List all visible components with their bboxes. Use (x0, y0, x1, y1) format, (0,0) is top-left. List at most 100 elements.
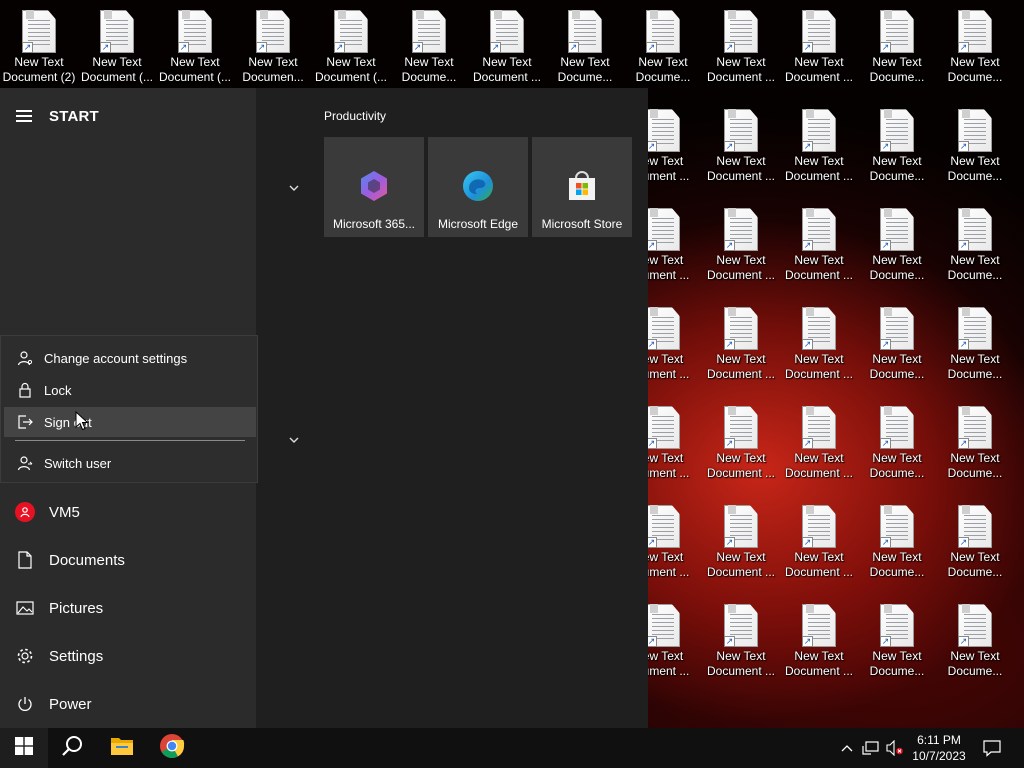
pictures-item[interactable]: Pictures (0, 586, 256, 630)
desktop-icon[interactable]: ↗ New Text Docume... (936, 396, 1014, 486)
desktop-icon[interactable]: ↗ New Text Docume... (858, 198, 936, 288)
desktop-icon[interactable]: ↗ New Text Document ... (702, 99, 780, 189)
desktop-icon[interactable]: ↗ New Text Document ... (468, 0, 546, 90)
chevron-down-icon[interactable] (287, 180, 301, 191)
mouse-cursor-icon (75, 410, 89, 431)
desktop-icon[interactable]: ↗ New Text Document (... (156, 0, 234, 90)
label-line: New Text (794, 55, 844, 69)
desktop-icon[interactable]: ↗ New Text Docume... (936, 0, 1014, 90)
desktop-icon-label: New Text Docume... (858, 154, 936, 184)
desktop-icon[interactable]: ↗ New Text Docume... (390, 0, 468, 90)
shortcut-arrow-icon: ↗ (880, 141, 891, 152)
desktop-icon[interactable]: ↗ New Text Document ... (780, 495, 858, 585)
notifications-icon[interactable] (982, 738, 1002, 758)
desktop-icon-label: New Text Docume... (858, 550, 936, 580)
desktop-icon[interactable]: ↗ New Text Docume... (858, 495, 936, 585)
desktop-icon[interactable]: ↗ New Text Document ... (702, 594, 780, 684)
start-rail: START Change account settings Lock Sign … (0, 88, 258, 728)
desktop-icon[interactable]: ↗ New Text Document ... (702, 198, 780, 288)
desktop-icon[interactable]: ↗ New Text Document ... (780, 297, 858, 387)
desktop-icon[interactable]: ↗ New Text Docume... (858, 396, 936, 486)
label-line: Document ... (706, 466, 776, 480)
label-line: Docume... (869, 70, 925, 84)
desktop-icon[interactable]: ↗ New Text Docume... (624, 0, 702, 90)
lock-item[interactable]: Lock (4, 375, 256, 405)
sign-out-item[interactable]: Sign out (4, 407, 256, 437)
desktop-icon-label: New Text Docume... (936, 550, 1014, 580)
desktop-icon[interactable]: ↗ New Text Docume... (936, 495, 1014, 585)
desktop-icon[interactable]: ↗ New Text Docume... (858, 297, 936, 387)
popup-divider (15, 440, 245, 441)
search-button[interactable] (48, 728, 96, 768)
desktop-icon-label: New Text Document ... (780, 550, 858, 580)
user-account-item[interactable]: VM5 (0, 490, 256, 534)
label-line: New Text (794, 550, 844, 564)
desktop-icon[interactable]: ↗ New Text Document ... (702, 396, 780, 486)
desktop-icon[interactable]: ↗ New Text Docume... (936, 297, 1014, 387)
desktop-icon-label: New Text Document ... (780, 55, 858, 85)
desktop-icon[interactable]: ↗ New Text Document ... (780, 396, 858, 486)
desktop-icon-label: New Text Docume... (624, 55, 702, 85)
shortcut-arrow-icon: ↗ (802, 339, 813, 350)
page-fold (806, 406, 814, 415)
label-line: Document ... (784, 565, 854, 579)
desktop-icon[interactable]: ↗ New Text Document ... (780, 0, 858, 90)
desktop-icon-label: New Text Documen... (234, 55, 312, 85)
label-line: Document (... (158, 70, 232, 84)
desktop-icon[interactable]: ↗ New Text Document (... (312, 0, 390, 90)
label-line: New Text (716, 55, 766, 69)
shortcut-arrow-icon: ↗ (958, 636, 969, 647)
shortcut-arrow-icon: ↗ (958, 537, 969, 548)
desktop-icon[interactable]: ↗ New Text Docume... (858, 0, 936, 90)
tile-microsoft-store[interactable]: Microsoft Store (532, 137, 632, 237)
shortcut-arrow-icon: ↗ (802, 636, 813, 647)
label-line: Document ... (706, 664, 776, 678)
desktop-icon[interactable]: ↗ New Text Docume... (936, 198, 1014, 288)
label-line: Docume... (869, 466, 925, 480)
desktop-icon[interactable]: ↗ New Text Document ... (780, 198, 858, 288)
desktop-icon[interactable]: ↗ New Text Docume... (858, 99, 936, 189)
page-fold (806, 208, 814, 217)
show-hidden-icons-button[interactable] (837, 738, 857, 758)
volume-muted-icon[interactable] (885, 738, 905, 758)
tile-microsoft-365[interactable]: Microsoft 365... (324, 137, 424, 237)
page-fold (806, 109, 814, 118)
chevron-down-icon[interactable] (287, 432, 301, 443)
desktop-icon-label: New Text Document ... (702, 55, 780, 85)
desktop-icon[interactable]: ↗ New Text Document ... (702, 495, 780, 585)
desktop-icon[interactable]: ↗ New Text Document ... (702, 297, 780, 387)
desktop-icon[interactable]: ↗ New Text Document (... (78, 0, 156, 90)
change-account-settings-item[interactable]: Change account settings (4, 343, 256, 373)
label-line: Documen... (242, 70, 304, 84)
picture-icon (15, 598, 35, 618)
switch-user-item[interactable]: Switch user (4, 448, 256, 478)
hamburger-menu-icon[interactable] (16, 109, 34, 123)
settings-item[interactable]: Settings (0, 634, 256, 678)
network-icon[interactable] (861, 738, 881, 758)
page-fold (806, 10, 814, 19)
label-line: New Text (794, 253, 844, 267)
taskbar-clock[interactable]: 6:11 PM 10/7/2023 (905, 732, 973, 764)
documents-item[interactable]: Documents (0, 538, 256, 582)
shortcut-arrow-icon: ↗ (958, 240, 969, 251)
page-fold (884, 208, 892, 217)
desktop-icon[interactable]: ↗ New Text Document (2) (0, 0, 78, 90)
label-line: Document ... (784, 367, 854, 381)
start-button[interactable] (0, 728, 48, 768)
desktop-icon[interactable]: ↗ New Text Document ... (702, 0, 780, 90)
power-item[interactable]: Power (0, 682, 256, 726)
desktop-icon[interactable]: ↗ New Text Docume... (546, 0, 624, 90)
sign-out-icon (16, 413, 34, 431)
desktop-icon[interactable]: ↗ New Text Document ... (780, 594, 858, 684)
tile-microsoft-edge[interactable]: Microsoft Edge (428, 137, 528, 237)
page-fold (104, 10, 112, 19)
chrome-button[interactable] (148, 728, 196, 768)
desktop-icon[interactable]: ↗ New Text Docume... (936, 594, 1014, 684)
page-fold (806, 505, 814, 514)
desktop-icon[interactable]: ↗ New Text Docume... (858, 594, 936, 684)
desktop-icon[interactable]: ↗ New Text Document ... (780, 99, 858, 189)
desktop-icon[interactable]: ↗ New Text Docume... (936, 99, 1014, 189)
label-line: Docume... (947, 367, 1003, 381)
desktop-icon[interactable]: ↗ New Text Documen... (234, 0, 312, 90)
file-explorer-button[interactable] (98, 728, 146, 768)
